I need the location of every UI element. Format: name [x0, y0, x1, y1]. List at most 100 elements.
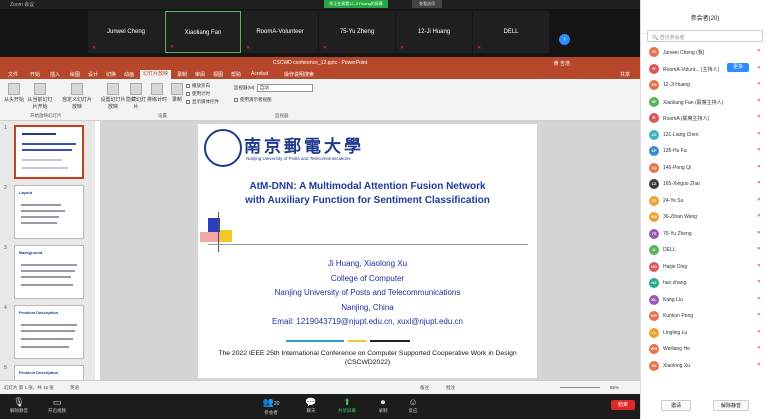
unmute-all-button[interactable]: 解除静音	[713, 400, 749, 411]
participant-search-input[interactable]: 🔍 查找参会者	[647, 30, 763, 42]
unmute-button[interactable]: 🎙 解除静音	[6, 396, 32, 414]
muted-mic-icon[interactable]: ✕	[757, 329, 761, 335]
thumb-line	[21, 276, 71, 278]
timings-checkbox[interactable]: 使用计时	[186, 91, 210, 97]
muted-mic-icon[interactable]: ✕	[757, 230, 761, 236]
tab-view[interactable]: 视图	[213, 71, 223, 78]
muted-mic-icon[interactable]: ✕	[757, 312, 761, 318]
reactions-button[interactable]: ☺ 反应	[402, 396, 424, 414]
muted-mic-icon[interactable]: ✕	[757, 246, 761, 252]
video-tile[interactable]: Junwei Cheng ✕	[88, 11, 164, 53]
participant-row[interactable]: LL Lingling Lu ✕	[641, 327, 768, 339]
thumb-slide-2[interactable]: Layout	[14, 185, 84, 239]
participant-row[interactable]: 1Q 146-Peng Qi ✕	[641, 162, 768, 174]
muted-mic-icon[interactable]: ✕	[757, 131, 761, 137]
end-meeting-button[interactable]: 结束	[611, 400, 635, 410]
thumb-slide-4[interactable]: Problem Description	[14, 305, 84, 359]
muted-mic-icon[interactable]: ✕	[757, 180, 761, 186]
muted-mic-icon[interactable]: ✕	[757, 98, 761, 104]
presenter-view-checkbox[interactable]: 使用演示者视图	[234, 97, 272, 103]
chat-button[interactable]: 💬 聊天	[300, 396, 322, 414]
muted-mic-icon[interactable]: ✕	[757, 362, 761, 368]
participant-row[interactable]: WH Weiliang He ✕	[641, 343, 768, 355]
view-options-button[interactable]: 查看选项	[412, 0, 442, 8]
video-tile[interactable]: 12-Ji Huang ✕	[396, 11, 472, 53]
chevron-right-icon[interactable]: ›	[559, 34, 570, 45]
muted-mic-icon[interactable]: ✕	[757, 48, 761, 54]
tab-design[interactable]: 设计	[88, 71, 98, 78]
tab-insert[interactable]: 插入	[50, 71, 60, 78]
tab-record[interactable]: 录制	[177, 71, 187, 78]
share-button[interactable]: 共享	[620, 71, 630, 78]
participant-row[interactable]: 1Z 165-Xieguo Zhai ✕	[641, 178, 768, 190]
tab-slideshow[interactable]: 幻灯片放映	[140, 70, 172, 79]
participant-row[interactable]: 2S 24-Ye Su ✕	[641, 195, 768, 207]
tab-help[interactable]: 帮助	[231, 71, 241, 78]
participant-row[interactable]: XX Xiaolong Xu ✕	[641, 360, 768, 372]
comments-button[interactable]: 批注	[446, 385, 455, 391]
muted-mic-icon[interactable]: ✕	[757, 197, 761, 203]
participant-row[interactable]: KL Kang Liu ✕	[641, 294, 768, 306]
record-meeting-button[interactable]: ⏺ 录制	[372, 396, 394, 414]
muted-mic-icon[interactable]: ✕	[757, 147, 761, 153]
from-beginning-button[interactable]: 从头开始	[4, 83, 24, 103]
record-button[interactable]: 录制	[168, 83, 186, 103]
thumb-slide-1[interactable]	[14, 125, 84, 179]
muted-mic-icon[interactable]: ✕	[757, 279, 761, 285]
participant-row[interactable]: 1F 135-Hu Fa ✕	[641, 145, 768, 157]
hide-slide-button[interactable]: 隐藏幻灯片	[124, 83, 148, 110]
invite-button[interactable]: 邀请	[661, 400, 691, 411]
share-screen-button[interactable]: ⬆ 共享屏幕	[334, 396, 360, 414]
participant-row[interactable]: 7Z 75-Yu Zheng ✕	[641, 228, 768, 240]
participant-row[interactable]: JC Junwei Cheng (我) ✕	[641, 46, 768, 58]
monitor-select[interactable]: 监视器(M): 自动	[234, 84, 313, 92]
language-indicator[interactable]: 英语	[70, 385, 79, 391]
participant-row[interactable]: HZ hao zhang ✕	[641, 277, 768, 289]
muted-mic-icon[interactable]: ✕	[757, 65, 761, 71]
participant-row[interactable]: XF Xiaoliang Fan (联席主持人) ✕	[641, 96, 768, 108]
from-current-button[interactable]: 从当前幻灯片开始	[26, 83, 54, 110]
muted-mic-icon[interactable]: ✕	[757, 345, 761, 351]
tab-home[interactable]: 开始	[30, 71, 40, 78]
tab-review[interactable]: 审阅	[195, 71, 205, 78]
video-tile[interactable]: DELL ✕	[473, 11, 549, 53]
muted-mic-icon[interactable]: ✕	[757, 164, 761, 170]
muted-mic-icon[interactable]: ✕	[757, 263, 761, 269]
muted-mic-icon[interactable]: ✕	[757, 213, 761, 219]
rehearse-timings-button[interactable]: 排练计时	[146, 83, 168, 103]
muted-mic-icon[interactable]: ✕	[757, 114, 761, 120]
participant-row[interactable]: R RoomA (联席主持人) ✕	[641, 112, 768, 124]
media-controls-checkbox[interactable]: 显示媒体控件	[186, 99, 219, 105]
notes-button[interactable]: 备注	[420, 385, 429, 391]
participant-row[interactable]: R RoomA-Volunt... (主持人) ✕	[641, 63, 768, 75]
participant-row[interactable]: 1H 12-Ji Huang ✕	[641, 79, 768, 91]
participant-row[interactable]: HD Haijie Ding ✕	[641, 261, 768, 273]
participant-row[interactable]: 3W 36-Zihan Wang ✕	[641, 211, 768, 223]
thumb-slide-5[interactable]: Problem Description	[14, 365, 84, 380]
muted-mic-icon[interactable]: ✕	[757, 81, 761, 87]
tab-draw[interactable]: 绘图	[70, 71, 80, 78]
narration-checkbox[interactable]: 播放旁白	[186, 83, 210, 89]
video-tile[interactable]: RoomA-Volunteer ✕	[242, 11, 318, 53]
thumb-slide-3[interactable]: Background	[14, 245, 84, 299]
tab-animations[interactable]: 动画	[124, 71, 134, 78]
zoom-level[interactable]: 85%	[610, 385, 619, 390]
avatar: XX	[649, 360, 659, 371]
participant-row[interactable]: 1C 131-Liang Chen ✕	[641, 129, 768, 141]
video-tile-active[interactable]: Xiaoliang Fan ✕	[165, 11, 241, 53]
zoom-slider[interactable]	[560, 387, 600, 388]
start-video-button[interactable]: ▭ 开启视频	[44, 396, 70, 414]
tab-transitions[interactable]: 切换	[106, 71, 116, 78]
participants-button[interactable]: 👥20 参会者	[258, 396, 284, 416]
video-tile[interactable]: 75-Yu Zheng ✕	[319, 11, 395, 53]
tab-file[interactable]: 文件	[8, 71, 18, 78]
tell-me-search[interactable]: 操作说明搜索	[284, 71, 314, 78]
setup-show-button[interactable]: 设置幻灯片放映	[100, 83, 126, 110]
muted-mic-icon[interactable]: ✕	[757, 296, 761, 302]
slide-university: Nanjing University of Posts and Telecomm…	[274, 288, 461, 297]
participant-row[interactable]: D DELL ✕	[641, 244, 768, 256]
custom-show-button[interactable]: 自定义幻灯片放映	[62, 83, 92, 110]
tab-acrobat[interactable]: Acrobat	[251, 71, 268, 77]
participant-row[interactable]: KP Kunkun Peng ✕	[641, 310, 768, 322]
current-slide[interactable]: 南京郵電大學 Nanjing University of Posts and T…	[198, 124, 537, 378]
